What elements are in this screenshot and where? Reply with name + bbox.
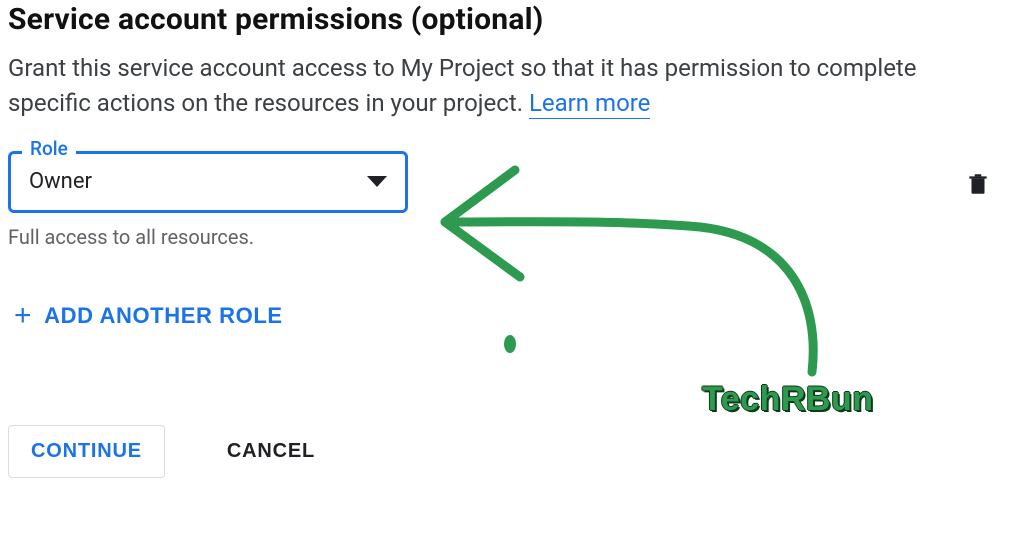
role-select-value: Owner — [29, 169, 92, 194]
role-helper-text: Full access to all resources. — [8, 225, 408, 249]
role-field-label: Role — [22, 137, 76, 160]
plus-icon: + — [14, 301, 32, 331]
continue-button[interactable]: CONTINUE — [8, 425, 165, 478]
page-title: Service account permissions (optional) — [8, 2, 1009, 37]
description-text: Grant this service account access to My … — [8, 51, 988, 121]
role-select[interactable]: Owner — [8, 151, 408, 213]
learn-more-link[interactable]: Learn more — [529, 89, 650, 119]
delete-role-button[interactable] — [961, 165, 995, 203]
description-body: Grant this service account access to My … — [8, 54, 917, 117]
add-another-role-label: ADD ANOTHER ROLE — [44, 303, 283, 329]
add-another-role-button[interactable]: + ADD ANOTHER ROLE — [8, 297, 289, 335]
cancel-button[interactable]: CANCEL — [205, 426, 337, 477]
trash-icon — [965, 169, 991, 199]
chevron-down-icon — [367, 176, 387, 187]
